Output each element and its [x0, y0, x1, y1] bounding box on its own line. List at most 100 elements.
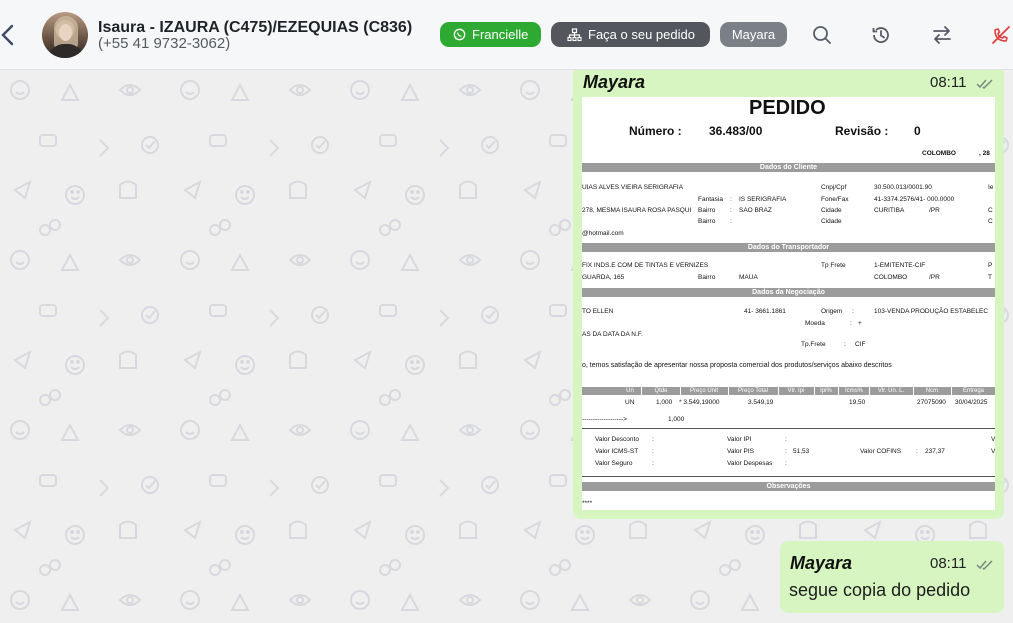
search-icon[interactable] — [811, 24, 833, 46]
doc-v-label: V — [991, 436, 995, 443]
back-chevron-icon[interactable] — [0, 22, 16, 48]
doc-td-preco-unit: * 3.549,19000 — [679, 399, 720, 406]
tag-label: Mayara — [731, 27, 776, 42]
doc-c-label: C — [988, 207, 993, 214]
doc-fone-label: Fone/Fax — [821, 196, 849, 203]
doc-origem-label: Origem — [821, 308, 843, 315]
doc-section-cliente: Dados do Cliente — [582, 163, 995, 172]
doc-colon: : — [850, 320, 852, 327]
doc-tp-frete2-label: Tp.Frete — [801, 341, 826, 348]
doc-colon: : — [730, 207, 732, 214]
chat-area[interactable]: Mayara 08:11 PEDIDO Número : 36.483/00 R… — [0, 70, 1013, 623]
doc-colon: : — [652, 460, 654, 467]
doc-transp-name: FIX INDS.E COM DE TINTAS E VERNIZES — [582, 262, 709, 269]
doc-bairro-label-2: Bairro — [698, 218, 716, 225]
doc-th-ncm: Ncm — [925, 388, 939, 394]
order-document-image[interactable]: PEDIDO Número : 36.483/00 Revisão : 0 CO… — [582, 97, 995, 510]
tag-francielle[interactable]: Francielle — [440, 22, 541, 47]
history-icon[interactable] — [870, 24, 892, 46]
tag-faca-o-seu-pedido[interactable]: Faça o seu pedido — [551, 22, 710, 47]
doc-colon: : — [730, 196, 732, 203]
doc-cnpj-value: 30.500.013/0001.90 — [874, 184, 932, 191]
doc-transp-bairro-label: Bairro — [698, 274, 716, 281]
doc-date: , 28 — [979, 150, 990, 157]
doc-t-label: T — [988, 274, 992, 281]
message-sender: Mayara — [790, 553, 853, 573]
message-text: segue copia do pedido — [789, 580, 971, 600]
contact-avatar[interactable] — [42, 12, 88, 58]
close-chat-icon[interactable] — [990, 24, 1012, 46]
doc-section-negociacao: Dados da Negociação — [582, 288, 995, 297]
doc-bairro-label: Bairro — [698, 207, 716, 214]
doc-td-un: UN — [625, 399, 635, 406]
tag-label: Francielle — [472, 27, 529, 42]
doc-tp-frete-label: Tp Frete — [821, 262, 846, 269]
doc-proposal-text: o, temos satisfação de apresentar nossa … — [582, 362, 892, 369]
doc-obs-text: **** — [582, 500, 593, 507]
doc-valor-pis-label: Valor PIS — [727, 448, 754, 455]
message-time: 08:11 — [930, 74, 967, 91]
doc-numero-value: 36.483/00 — [709, 124, 763, 138]
doc-p-label: P — [988, 262, 993, 269]
doc-td-qtde: 1,000 — [656, 399, 673, 406]
doc-cnpj-label: Cnpj/Cpf — [821, 184, 847, 191]
doc-c-label-2: C — [988, 218, 993, 225]
doc-th-vlr-ipi: Vlr. Ipi — [787, 388, 805, 394]
doc-tp-frete2-value: CIF — [855, 341, 866, 348]
doc-th-un: Un — [626, 388, 634, 394]
message-bubble-text[interactable]: Mayara 08:11 segue copia do pedido — [780, 541, 1004, 613]
doc-origem-value: 103-VENDA PRODUÇÃO ESTABELEC — [874, 308, 989, 315]
doc-td-preco-total: 3.549,19 — [748, 399, 774, 406]
whatsapp-icon — [453, 28, 466, 41]
tag-label: Faça o seu pedido — [588, 27, 695, 42]
doc-colon: : — [785, 448, 787, 455]
doc-section-observacoes: Observações — [582, 482, 995, 491]
doc-td-ncm: 27075090 — [917, 399, 946, 406]
doc-transp-uf-value: /PR — [929, 274, 940, 281]
doc-th-qtde: Qtde — [654, 388, 668, 394]
double-check-icon — [976, 560, 993, 570]
doc-colon: : — [785, 436, 787, 443]
doc-divider — [582, 428, 995, 429]
doc-th-preco-total: Preço Total — [738, 388, 768, 394]
doc-td-icms: 19,50 — [849, 399, 866, 406]
doc-transp-address: GUARDA, 165 — [582, 274, 625, 281]
chat-header: Isaura - IZAURA (C475)/EZEQUIAS (C836) (… — [0, 0, 1013, 70]
doc-client-name: UIAS ALVES VIEIRA SERIGRAFIA — [582, 184, 684, 191]
doc-city: COLOMBO — [922, 150, 956, 157]
doc-cidade-value: CURITIBA — [874, 207, 905, 214]
doc-total-qtde: 1,000 — [668, 416, 685, 423]
tag-mayara[interactable]: Mayara — [720, 22, 787, 47]
doc-colon: : — [730, 218, 732, 225]
doc-transp-bairro-value: MAUA — [739, 274, 758, 281]
doc-th-ipi: Ipi% — [820, 388, 832, 394]
doc-cidade-label-2: Cidade — [821, 218, 842, 225]
doc-valor-seguro-label: Valor Seguro — [595, 460, 633, 467]
doc-divider-2 — [582, 476, 995, 477]
message-time: 08:11 — [930, 555, 967, 572]
doc-ie-label: Ie — [988, 184, 994, 191]
doc-email: @hotmail.com — [582, 230, 624, 237]
doc-transp-cidade-value: COLOMBO — [874, 274, 908, 281]
doc-fantasia-label: Fantasia — [698, 196, 723, 203]
doc-colon: : — [844, 341, 846, 348]
doc-tp-frete-value: 1-EMITENTE-CIF — [874, 262, 926, 269]
doc-valor-desconto-label: Valor Desconto — [595, 436, 639, 443]
doc-valor-cofins-label: Valor COFINS — [860, 448, 902, 455]
doc-fone-value: 41-3374.2576/41- 000.0000 — [874, 196, 955, 203]
contact-phone: (+55 41 9732-3062) — [98, 35, 231, 52]
doc-th-vlr-un-l: Vlr. Un. L. — [877, 388, 905, 394]
transfer-icon[interactable] — [931, 24, 953, 46]
doc-th-entrega: Entrega — [962, 388, 984, 394]
doc-cidade-label: Cidade — [821, 207, 842, 214]
doc-colon: : — [652, 448, 654, 455]
doc-title: PEDIDO — [749, 97, 826, 119]
doc-bairro-value: SAO BRAZ — [739, 207, 772, 214]
sitemap-icon — [567, 27, 582, 41]
doc-v-label-2: V — [991, 448, 995, 455]
doc-arrow-text: -------------------> — [582, 416, 627, 423]
doc-colon: : — [852, 308, 854, 315]
doc-valor-cofins-value: 237,37 — [925, 448, 945, 455]
doc-moeda-value: + — [858, 320, 862, 327]
doc-th-icms: Icms% — [845, 388, 863, 394]
